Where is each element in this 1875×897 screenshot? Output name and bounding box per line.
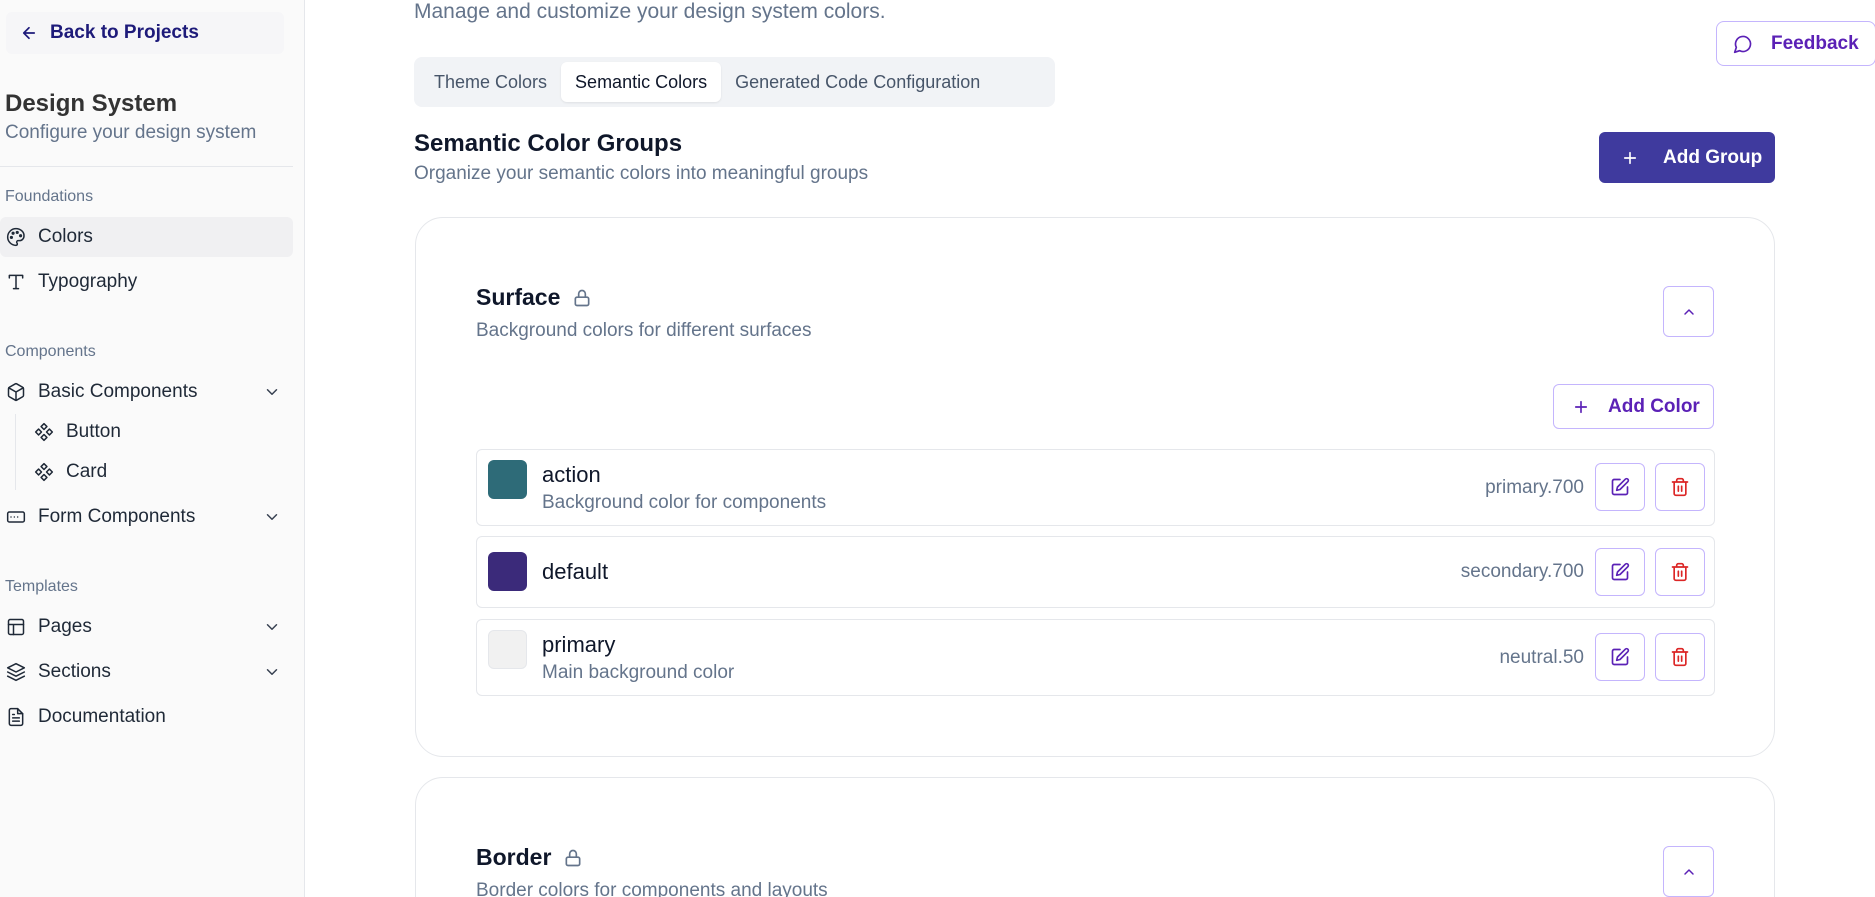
chevron-up-icon	[1683, 308, 1694, 315]
sidebar-item-label: Button	[66, 421, 121, 442]
sidebar-item-typography[interactable]: Typography	[0, 262, 293, 302]
color-row-primary: primary Main background color neutral.50	[476, 619, 1715, 696]
layers-icon	[6, 662, 26, 682]
file-text-icon	[6, 707, 26, 727]
section-subtitle: Organize your semantic colors into meani…	[414, 163, 869, 184]
chevron-down-icon	[266, 669, 278, 675]
sidebar-item-card[interactable]: Card	[34, 454, 107, 490]
section-label-templates: Templates	[5, 578, 78, 595]
add-color-label: Add Color	[1608, 395, 1700, 417]
chevron-down-icon	[266, 624, 278, 630]
color-token: neutral.50	[1499, 647, 1584, 668]
message-circle-icon	[1733, 35, 1752, 53]
group-title: Border	[476, 844, 583, 871]
tab-theme-colors[interactable]: Theme Colors	[420, 62, 561, 102]
sidebar-item-label: Pages	[38, 616, 92, 637]
color-name: action	[542, 462, 601, 487]
edit-color-button[interactable]	[1595, 463, 1645, 511]
color-description: Background color for components	[542, 492, 827, 513]
input-icon	[6, 507, 26, 527]
chevron-up-icon	[1683, 868, 1694, 875]
tab-generated-code-configuration[interactable]: Generated Code Configuration	[721, 62, 994, 102]
sidebar-item-basic-components[interactable]: Basic Components	[0, 372, 293, 412]
group-description: Background colors for different surfaces	[476, 320, 812, 341]
group-description: Border colors for components and layouts	[476, 880, 828, 897]
sidebar-item-form-components[interactable]: Form Components	[0, 497, 293, 537]
collapse-group-button[interactable]	[1663, 846, 1714, 897]
sidebar-title: Design System	[5, 90, 178, 117]
add-color-button[interactable]: Add Color	[1553, 384, 1714, 429]
sidebar-item-pages[interactable]: Pages	[0, 607, 293, 647]
group-name: Border	[476, 844, 552, 870]
sidebar-item-label: Form Components	[38, 506, 196, 527]
sidebar-item-sections[interactable]: Sections	[0, 652, 293, 692]
group-title: Surface	[476, 284, 592, 311]
sidebar-item-label: Colors	[38, 226, 93, 247]
edit-icon	[1611, 562, 1630, 581]
page-subtitle: Manage and customize your design system …	[414, 0, 886, 23]
lock-icon	[574, 289, 590, 306]
color-tabs: Theme Colors Semantic Colors Generated C…	[414, 57, 1055, 107]
sidebar-divider	[0, 166, 293, 167]
feedback-label: Feedback	[1771, 32, 1859, 54]
sidebar-subtitle: Configure your design system	[5, 122, 257, 143]
edit-icon	[1611, 477, 1630, 496]
section-label-foundations: Foundations	[5, 188, 94, 205]
color-swatch[interactable]	[488, 630, 527, 669]
delete-color-button[interactable]	[1655, 548, 1705, 596]
color-row-action: action Background color for components p…	[476, 449, 1715, 526]
color-swatch[interactable]	[488, 552, 527, 591]
add-group-label: Add Group	[1663, 146, 1763, 168]
delete-color-button[interactable]	[1655, 463, 1705, 511]
color-row-default: default secondary.700	[476, 536, 1715, 608]
component-icon	[34, 422, 54, 442]
sidebar: Back to Projects Design System Configure…	[0, 0, 305, 897]
component-icon	[34, 462, 54, 482]
color-name: primary	[542, 632, 616, 657]
color-description: Main background color	[542, 662, 735, 683]
color-group-card-surface: Surface Background colors for different …	[415, 217, 1775, 757]
color-group-card-border: Border Border colors for components and …	[415, 777, 1775, 897]
layout-icon	[6, 617, 26, 637]
edit-color-button[interactable]	[1595, 548, 1645, 596]
trash-icon	[1671, 647, 1689, 667]
chevron-down-icon	[266, 514, 278, 520]
tab-semantic-colors[interactable]: Semantic Colors	[561, 62, 722, 102]
sidebar-item-colors[interactable]: Colors	[0, 217, 293, 257]
box-icon	[6, 382, 26, 402]
type-icon	[6, 272, 26, 292]
delete-color-button[interactable]	[1655, 633, 1705, 681]
edit-icon	[1611, 647, 1630, 666]
back-to-projects-label: Back to Projects	[50, 22, 199, 43]
sidebar-item-label: Sections	[38, 661, 111, 682]
color-token: primary.700	[1485, 477, 1584, 498]
sub-nav-rail	[15, 414, 16, 490]
sidebar-item-documentation[interactable]: Documentation	[0, 697, 293, 737]
arrow-left-icon	[22, 26, 36, 40]
color-token: secondary.700	[1460, 561, 1584, 582]
plus-icon	[1574, 400, 1588, 413]
chevron-down-icon	[266, 389, 278, 395]
sidebar-item-label: Basic Components	[38, 381, 198, 402]
group-name: Surface	[476, 284, 561, 310]
sidebar-item-label: Card	[66, 461, 108, 482]
add-group-button[interactable]: Add Group	[1599, 132, 1775, 183]
color-swatch[interactable]	[488, 460, 527, 499]
section-label-components: Components	[5, 343, 96, 360]
color-name: default	[542, 559, 609, 584]
section-title: Semantic Color Groups	[414, 130, 683, 157]
trash-icon	[1671, 477, 1689, 497]
sidebar-item-button[interactable]: Button	[34, 414, 121, 450]
feedback-button[interactable]: Feedback	[1716, 21, 1875, 66]
sidebar-item-label: Typography	[38, 271, 138, 292]
edit-color-button[interactable]	[1595, 633, 1645, 681]
trash-icon	[1671, 562, 1689, 582]
lock-icon	[565, 849, 581, 866]
collapse-group-button[interactable]	[1663, 286, 1714, 337]
plus-icon	[1623, 151, 1637, 164]
sidebar-item-label: Documentation	[38, 706, 166, 727]
back-to-projects-button[interactable]: Back to Projects	[6, 12, 284, 54]
palette-icon	[6, 227, 26, 247]
